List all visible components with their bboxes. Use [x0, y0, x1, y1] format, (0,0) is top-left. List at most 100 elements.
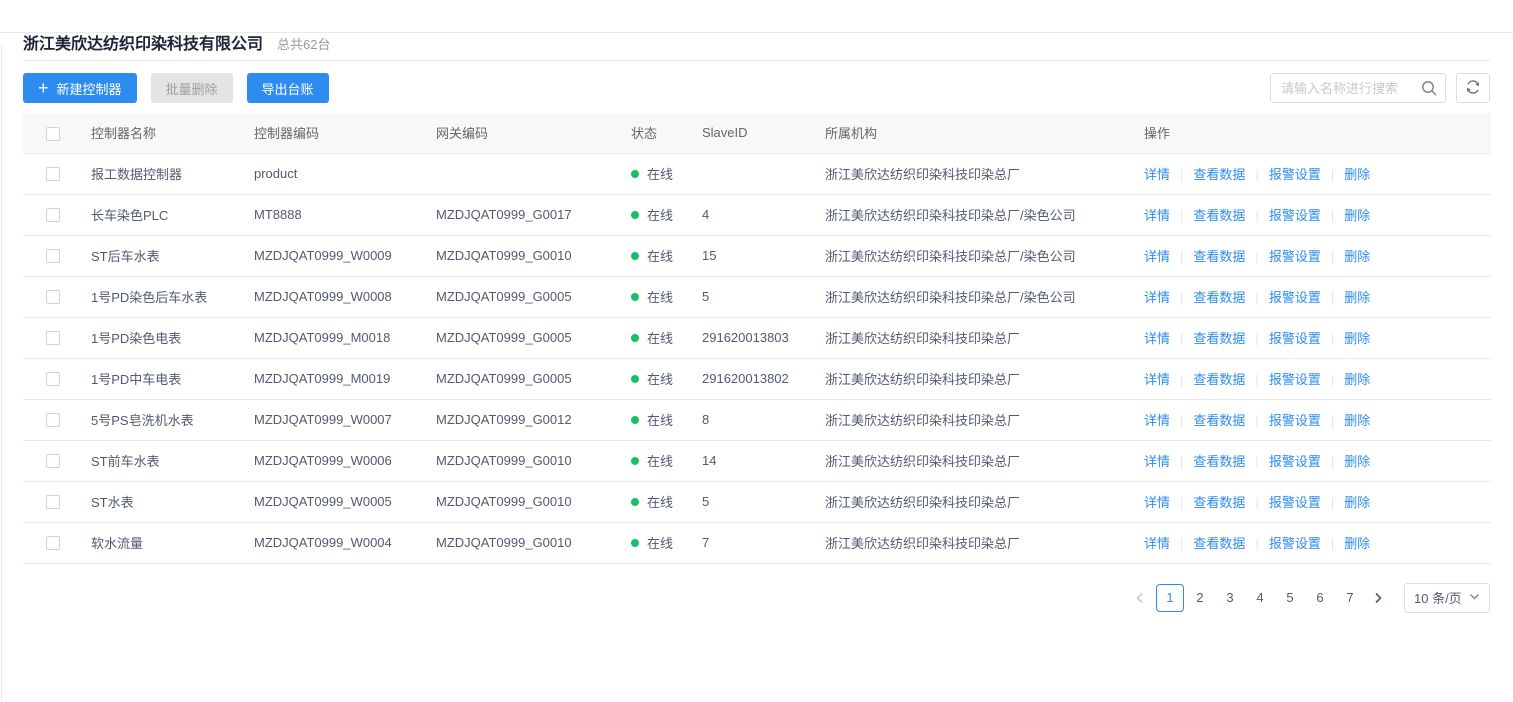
action-separator: | [1180, 536, 1183, 551]
view-data-link[interactable]: 查看数据 [1193, 372, 1245, 387]
detail-link[interactable]: 详情 [1144, 495, 1170, 510]
view-data-link[interactable]: 查看数据 [1193, 290, 1245, 305]
delete-link[interactable]: 删除 [1344, 331, 1370, 346]
alarm-settings-link[interactable]: 报警设置 [1269, 249, 1321, 264]
refresh-button[interactable] [1456, 73, 1490, 103]
cell-org: 浙江美欣达纺织印染科技印染总厂 [817, 358, 1136, 399]
alarm-settings-link[interactable]: 报警设置 [1269, 413, 1321, 428]
delete-link[interactable]: 删除 [1344, 167, 1370, 182]
row-checkbox[interactable] [46, 536, 60, 550]
cell-gateway-code: MZDJQAT0999_G0005 [428, 358, 623, 399]
online-status-dot [631, 457, 639, 465]
cell-status: 在线 [623, 399, 694, 440]
action-separator: | [1255, 331, 1258, 346]
view-data-link[interactable]: 查看数据 [1193, 536, 1245, 551]
cell-gateway-code: MZDJQAT0999_G0010 [428, 522, 623, 563]
detail-link[interactable]: 详情 [1144, 249, 1170, 264]
online-status-dot [631, 416, 639, 424]
view-data-link[interactable]: 查看数据 [1193, 331, 1245, 346]
cell-org: 浙江美欣达纺织印染科技印染总厂 [817, 153, 1136, 194]
action-separator: | [1331, 290, 1334, 305]
delete-link[interactable]: 删除 [1344, 249, 1370, 264]
cell-org: 浙江美欣达纺织印染科技印染总厂 [817, 399, 1136, 440]
batch-delete-button[interactable]: 批量删除 [151, 73, 233, 103]
page-number[interactable]: 3 [1216, 584, 1244, 612]
detail-link[interactable]: 详情 [1144, 208, 1170, 223]
table-row: 1号PD染色后车水表 MZDJQAT0999_W0008 MZDJQAT0999… [23, 276, 1491, 317]
view-data-link[interactable]: 查看数据 [1193, 167, 1245, 182]
cell-controller-name: 1号PD染色电表 [83, 317, 246, 358]
select-all-checkbox[interactable] [46, 127, 60, 141]
detail-link[interactable]: 详情 [1144, 372, 1170, 387]
view-data-link[interactable]: 查看数据 [1193, 413, 1245, 428]
cell-slave-id: 8 [694, 399, 817, 440]
page-number[interactable]: 4 [1246, 584, 1274, 612]
create-controller-button[interactable]: + 新建控制器 [23, 73, 137, 103]
row-checkbox[interactable] [46, 249, 60, 263]
title-row: 浙江美欣达纺织印染科技有限公司 总共62台 [23, 30, 1490, 52]
delete-link[interactable]: 删除 [1344, 208, 1370, 223]
row-checkbox[interactable] [46, 167, 60, 181]
page-number[interactable]: 7 [1336, 584, 1364, 612]
row-checkbox[interactable] [46, 413, 60, 427]
action-separator: | [1180, 372, 1183, 387]
page-size-select[interactable]: 10 条/页 [1404, 583, 1490, 613]
table-row: 1号PD染色电表 MZDJQAT0999_M0018 MZDJQAT0999_G… [23, 317, 1491, 358]
header-actions: 操作 [1136, 113, 1491, 153]
export-ledger-button[interactable]: 导出台账 [247, 73, 329, 103]
view-data-link[interactable]: 查看数据 [1193, 454, 1245, 469]
total-count-label: 总共62台 [277, 34, 330, 53]
online-status-dot [631, 211, 639, 219]
delete-link[interactable]: 删除 [1344, 372, 1370, 387]
cell-actions: 详情|查看数据|报警设置|删除 [1136, 440, 1491, 481]
detail-link[interactable]: 详情 [1144, 167, 1170, 182]
delete-link[interactable]: 删除 [1344, 536, 1370, 551]
alarm-settings-link[interactable]: 报警设置 [1269, 331, 1321, 346]
alarm-settings-link[interactable]: 报警设置 [1269, 536, 1321, 551]
cell-org: 浙江美欣达纺织印染科技印染总厂 [817, 481, 1136, 522]
page-number[interactable]: 5 [1276, 584, 1304, 612]
detail-link[interactable]: 详情 [1144, 454, 1170, 469]
prev-page-button[interactable] [1126, 584, 1154, 612]
action-separator: | [1331, 249, 1334, 264]
cell-status: 在线 [623, 440, 694, 481]
alarm-settings-link[interactable]: 报警设置 [1269, 454, 1321, 469]
row-checkbox[interactable] [46, 290, 60, 304]
cell-slave-id: 7 [694, 522, 817, 563]
delete-link[interactable]: 删除 [1344, 454, 1370, 469]
row-checkbox[interactable] [46, 495, 60, 509]
action-separator: | [1255, 167, 1258, 182]
row-checkbox[interactable] [46, 208, 60, 222]
view-data-link[interactable]: 查看数据 [1193, 208, 1245, 223]
page-number[interactable]: 2 [1186, 584, 1214, 612]
detail-link[interactable]: 详情 [1144, 413, 1170, 428]
delete-link[interactable]: 删除 [1344, 413, 1370, 428]
cell-status: 在线 [623, 235, 694, 276]
view-data-link[interactable]: 查看数据 [1193, 249, 1245, 264]
cell-controller-code: MZDJQAT0999_M0019 [246, 358, 428, 399]
page-number-active[interactable]: 1 [1156, 584, 1184, 612]
detail-link[interactable]: 详情 [1144, 290, 1170, 305]
online-status-dot [631, 334, 639, 342]
search-icon[interactable] [1420, 79, 1438, 102]
cell-controller-code: MZDJQAT0999_W0008 [246, 276, 428, 317]
page-number[interactable]: 6 [1306, 584, 1334, 612]
cell-org: 浙江美欣达纺织印染科技印染总厂 [817, 440, 1136, 481]
delete-link[interactable]: 删除 [1344, 495, 1370, 510]
row-checkbox[interactable] [46, 372, 60, 386]
header-status: 状态 [623, 113, 694, 153]
detail-link[interactable]: 详情 [1144, 536, 1170, 551]
view-data-link[interactable]: 查看数据 [1193, 495, 1245, 510]
cell-controller-name: ST前车水表 [83, 440, 246, 481]
delete-link[interactable]: 删除 [1344, 290, 1370, 305]
row-checkbox[interactable] [46, 454, 60, 468]
next-page-button[interactable] [1364, 584, 1392, 612]
row-checkbox[interactable] [46, 331, 60, 345]
alarm-settings-link[interactable]: 报警设置 [1269, 495, 1321, 510]
alarm-settings-link[interactable]: 报警设置 [1269, 208, 1321, 223]
detail-link[interactable]: 详情 [1144, 331, 1170, 346]
alarm-settings-link[interactable]: 报警设置 [1269, 372, 1321, 387]
alarm-settings-link[interactable]: 报警设置 [1269, 290, 1321, 305]
alarm-settings-link[interactable]: 报警设置 [1269, 167, 1321, 182]
cell-status: 在线 [623, 358, 694, 399]
